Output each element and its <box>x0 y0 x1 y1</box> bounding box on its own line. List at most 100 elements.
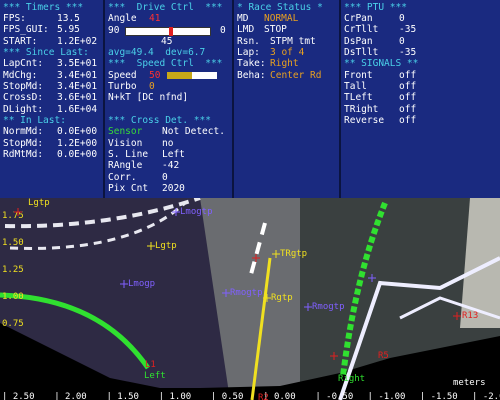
rdmtmd-label: RdMtMd: <box>3 149 44 160</box>
tright-label: TRight <box>344 104 379 115</box>
tleft-value: off <box>399 92 417 103</box>
speed-header: *** Speed Ctrl *** <box>108 58 223 69</box>
front-label: Front <box>344 70 373 81</box>
lmd-label: LMD <box>237 24 255 35</box>
x-tick-label: | 1.50 <box>106 392 139 400</box>
y-tick-label: 1.50 <box>2 238 24 248</box>
ptu-header: *** PTU *** <box>344 2 407 13</box>
tleft-label: TLeft <box>344 92 373 103</box>
crossd-label: CrossD: <box>3 92 44 103</box>
lap-value: 3 of 4 <box>270 47 305 58</box>
rangle-label: RAngle <box>108 160 143 171</box>
camera-overlay: 1.751.501.251.000.75 | 2.50 | 2.00 | 1.50 |… <box>0 198 500 400</box>
corr-label: Corr. <box>108 172 137 183</box>
label-left: Left <box>144 371 166 381</box>
x-tick-label: | 0.50 <box>211 392 244 400</box>
label-rmogtp: Rmogtp <box>230 288 263 298</box>
fps-gui-value: 5.95 <box>57 24 80 35</box>
lapcnt-value: 3.5E+01 <box>57 58 98 69</box>
sensor-label: Sensor <box>108 126 143 137</box>
stopmd-label: StopMd: <box>3 81 44 92</box>
dspan-label: DsPan <box>344 36 373 47</box>
mdchg-label: MdChg: <box>3 70 38 81</box>
beha-label: Beha: <box>237 70 266 81</box>
nkt-label: N+kT [DC nfnd] <box>108 92 189 103</box>
take-label: Take: <box>237 58 266 69</box>
angle-slider-mid: 45 <box>161 36 173 47</box>
angle-slider-max: 0 <box>220 25 226 36</box>
label-trgtp: TRgtp <box>280 249 307 259</box>
x-tick-label: | 2.00 <box>54 392 87 400</box>
dstilt-label: DsTllt <box>344 47 379 58</box>
crossd-value: 3.6E+01 <box>57 92 98 103</box>
lmd-value: STOP <box>264 24 287 35</box>
y-tick-label: 0.75 <box>2 319 24 329</box>
drive-header: *** Drive Ctrl *** <box>108 2 223 13</box>
start-value: 1.2E+02 <box>57 36 98 47</box>
label-rmogtp2: Rmogtp <box>312 302 345 312</box>
vision-gui: *** Timers *** FPS: 13.5 FPS_GUI: 5.95 S… <box>0 0 500 400</box>
stopmd2-value: 1.2E+00 <box>57 138 98 149</box>
lapcnt-label: LapCnt: <box>3 58 44 69</box>
x-tick-label: | -1.00 <box>368 392 406 400</box>
drive-panel: *** Drive Ctrl *** Angle 41 90 0 45 avg=… <box>105 0 232 198</box>
x-tick-label: | -2.00 <box>472 392 500 400</box>
reverse-label: Reverse <box>344 115 385 126</box>
speed-bar-fill <box>167 72 192 79</box>
fps-gui-label: FPS_GUI: <box>3 24 49 35</box>
dlight-label: DLight: <box>3 104 44 115</box>
tail-label: Tall <box>344 81 367 92</box>
normmd-label: NormMd: <box>3 126 44 137</box>
tright-value: off <box>399 104 417 115</box>
angle-slider-min: 90 <box>108 25 120 36</box>
angle-slider[interactable] <box>125 27 211 36</box>
normmd-value: 0.0E+00 <box>57 126 98 137</box>
x-tick-label: | 2.50 <box>2 392 35 400</box>
sline-value: Left <box>162 149 185 160</box>
md-label: MD <box>237 13 249 24</box>
units-label: meters <box>453 378 486 388</box>
front-value: off <box>399 70 417 81</box>
tail-value: off <box>399 81 417 92</box>
rangle-value: -42 <box>162 160 180 171</box>
x-tick-label: | -1.50 <box>420 392 458 400</box>
rdmtmd-value: 0.0E+00 <box>57 149 98 160</box>
pixcnt-label: Pix Cnt <box>108 183 149 194</box>
angle-label: Angle <box>108 13 137 24</box>
sensor-value: Not Detect. <box>162 126 225 137</box>
vision-value: no <box>162 138 174 149</box>
vision-label: Vision <box>108 138 143 149</box>
stopmd-value: 3.4E+01 <box>57 81 98 92</box>
stopmd2-label: StopMd: <box>3 138 44 149</box>
label-l1: L1 <box>145 360 156 370</box>
x-tick-label: | 1.00 <box>159 392 192 400</box>
camera-view: 1.75 1.50 1.25 1.00 0.75 | 2.50 | 2.00 | 1.50 |… <box>0 198 500 400</box>
label-r2: R2 <box>258 393 269 400</box>
y-tick-label: 1.00 <box>2 292 24 302</box>
crpan-value: 0 <box>399 13 405 24</box>
label-r13: R13 <box>462 311 478 321</box>
corr-value: 0 <box>162 172 168 183</box>
label-lmogp: Lmogp <box>128 279 155 289</box>
race-header: * Race Status * <box>237 2 323 13</box>
dstilt-value: -35 <box>399 47 417 58</box>
fps-label: FPS: <box>3 13 26 24</box>
turbo-label: Turbo <box>108 81 137 92</box>
start-label: START: <box>3 36 38 47</box>
dspan-value: 0 <box>399 36 405 47</box>
label-lmogtp: Lmogtp <box>180 207 213 217</box>
sline-label: S. Line <box>108 149 149 160</box>
beha-value: Center Rd <box>270 70 322 81</box>
signals-header: ** SIGNALS ** <box>344 58 419 69</box>
speed-label: Speed <box>108 70 137 81</box>
race-status-panel: * Race Status * MD NORMAL LMD STOP Rsn. … <box>234 0 339 198</box>
label-lgtp-top: Lgtp <box>28 198 50 208</box>
take-value: Right <box>270 58 299 69</box>
since-last-header: *** Since Last: <box>3 47 89 58</box>
ptu-panel: *** PTU *** CrPan 0 CrTllt -35 DsPan 0 D… <box>341 0 500 198</box>
label-right: Right <box>338 374 365 384</box>
fps-value: 13.5 <box>57 13 80 24</box>
angle-slider-knob[interactable] <box>169 27 173 36</box>
angle-value: 41 <box>149 13 161 24</box>
timers-header: *** Timers *** <box>3 2 84 13</box>
